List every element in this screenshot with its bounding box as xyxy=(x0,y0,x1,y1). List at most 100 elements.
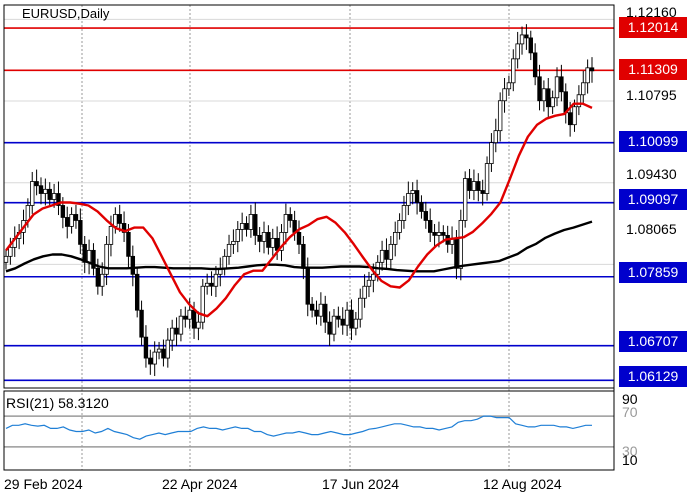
candle-body xyxy=(156,348,162,353)
candle xyxy=(323,295,328,333)
candle-body xyxy=(349,309,354,329)
candle-body xyxy=(384,249,389,260)
price-tick-4: 1.08065 xyxy=(626,221,677,237)
candle xyxy=(270,228,275,256)
candle xyxy=(393,221,398,257)
candle xyxy=(178,309,184,342)
candle-body xyxy=(309,303,315,311)
candle xyxy=(143,325,149,368)
candle-body xyxy=(34,181,39,187)
candle xyxy=(38,177,44,205)
candle xyxy=(30,171,35,214)
candle xyxy=(362,274,367,308)
candle xyxy=(174,317,179,347)
candle-body xyxy=(366,279,372,287)
candle xyxy=(358,288,363,328)
candle-body xyxy=(191,309,197,329)
candle-body xyxy=(235,229,240,242)
candle-body xyxy=(73,214,79,221)
candle-body xyxy=(327,321,332,335)
rsi-plot xyxy=(4,415,614,448)
price-panel-border xyxy=(3,4,615,389)
candle xyxy=(165,328,171,368)
candle xyxy=(183,306,188,328)
candle xyxy=(279,224,284,262)
candle xyxy=(449,226,455,254)
candle xyxy=(296,220,302,254)
candle xyxy=(506,75,512,96)
candle-body xyxy=(196,321,201,329)
chart-canvas xyxy=(3,4,615,471)
level-badge-4: 1.09097 xyxy=(619,189,687,210)
candle xyxy=(314,300,319,325)
date-tick-2: 22 Apr 2024 xyxy=(162,476,238,492)
candle-body xyxy=(296,232,302,245)
candle-body xyxy=(362,285,367,299)
candle xyxy=(331,309,337,342)
candle xyxy=(554,67,560,107)
candle xyxy=(519,26,525,55)
candle xyxy=(406,181,411,216)
candle-body xyxy=(436,232,442,236)
candle-body xyxy=(406,193,411,206)
candle xyxy=(266,225,271,255)
candle xyxy=(388,235,394,271)
candle xyxy=(340,307,345,335)
candle xyxy=(532,43,538,86)
candle-body xyxy=(506,82,512,90)
candle xyxy=(301,235,306,280)
candle xyxy=(231,229,236,254)
candle-body xyxy=(301,243,306,269)
candle-body xyxy=(288,214,293,221)
candle xyxy=(239,212,245,242)
candle-body xyxy=(165,339,171,359)
candle-body xyxy=(371,273,376,281)
candle xyxy=(423,201,429,229)
candle xyxy=(200,279,205,330)
candle-body xyxy=(270,237,275,248)
date-tick-1: 29 Feb 2024 xyxy=(4,476,83,492)
candle-body xyxy=(126,232,131,257)
candle-body xyxy=(113,214,118,227)
level-badge-1: 1.12014 xyxy=(619,17,687,38)
candle xyxy=(419,195,424,219)
candle-body xyxy=(222,255,227,269)
candle-body xyxy=(410,190,415,194)
candle-body xyxy=(169,327,175,341)
candle xyxy=(283,203,289,245)
candle-body xyxy=(231,240,236,245)
candle-body xyxy=(104,243,109,275)
candle xyxy=(248,204,254,238)
candle-body xyxy=(419,202,424,212)
candle-body xyxy=(576,94,582,108)
level-badge-5: 1.07859 xyxy=(619,262,687,283)
candle xyxy=(309,297,315,318)
moving-averages xyxy=(5,102,593,318)
candle-body xyxy=(161,348,166,359)
candle xyxy=(484,156,490,201)
candle xyxy=(497,92,503,142)
candle xyxy=(589,57,595,83)
candle xyxy=(261,221,267,254)
level-badge-3: 1.10099 xyxy=(619,131,687,152)
candle xyxy=(397,213,402,240)
candle xyxy=(82,235,87,274)
candle xyxy=(78,208,83,254)
candle-body xyxy=(432,232,437,236)
candle-body xyxy=(423,211,429,221)
candle-body xyxy=(546,88,551,108)
candle-body xyxy=(550,97,555,108)
candle-body xyxy=(248,214,254,230)
candle xyxy=(427,208,433,242)
candle xyxy=(476,173,481,202)
level-badge-7: 1.06129 xyxy=(619,366,687,387)
candle-body xyxy=(78,220,83,245)
candle-body xyxy=(25,205,31,221)
candle-body xyxy=(393,232,398,245)
candle xyxy=(235,221,240,253)
candle xyxy=(148,349,153,375)
candle-body xyxy=(567,112,573,126)
candle xyxy=(471,169,477,201)
rsi-tick-10: 10 xyxy=(622,452,638,468)
candle-body xyxy=(139,309,144,338)
